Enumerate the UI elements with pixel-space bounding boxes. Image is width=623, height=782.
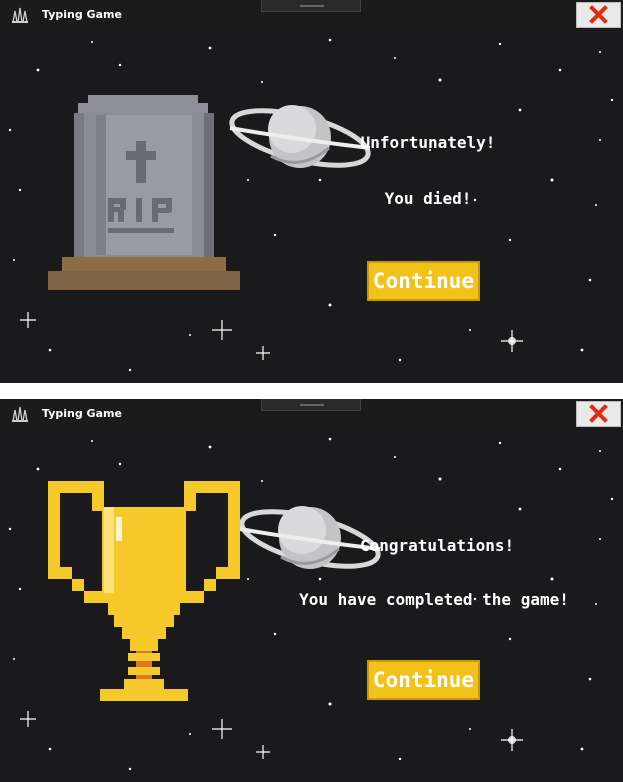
message-line-1: Unfortunately! [360,133,496,152]
continue-button[interactable]: Continue [367,261,480,301]
trophy-icon [48,481,240,701]
game-scene: Congratulations! You have completed the … [0,429,623,782]
close-button[interactable] [576,2,621,28]
close-icon [589,404,608,423]
victory-window: Typing Game Congratulations! You have co… [0,399,623,782]
game-scene: Unfortunately! You died! Continue [0,30,623,383]
message-line-2: You have completed the game! [299,590,569,609]
close-button[interactable] [576,401,621,427]
window-title: Typing Game [42,407,122,420]
app-icon [10,405,30,423]
message-line-2: You died! [384,189,472,208]
title-bar[interactable]: Typing Game [0,0,623,30]
drag-handle[interactable] [261,399,361,411]
continue-button[interactable]: Continue [367,660,480,700]
game-over-window: Typing Game Unfortunately! You died! Con… [0,0,623,383]
app-icon [10,6,30,24]
window-title: Typing Game [42,8,122,21]
tombstone-icon [48,95,240,290]
drag-handle[interactable] [261,0,361,12]
title-bar[interactable]: Typing Game [0,399,623,429]
message-line-1: Congratulations! [360,536,515,555]
close-icon [589,5,608,24]
